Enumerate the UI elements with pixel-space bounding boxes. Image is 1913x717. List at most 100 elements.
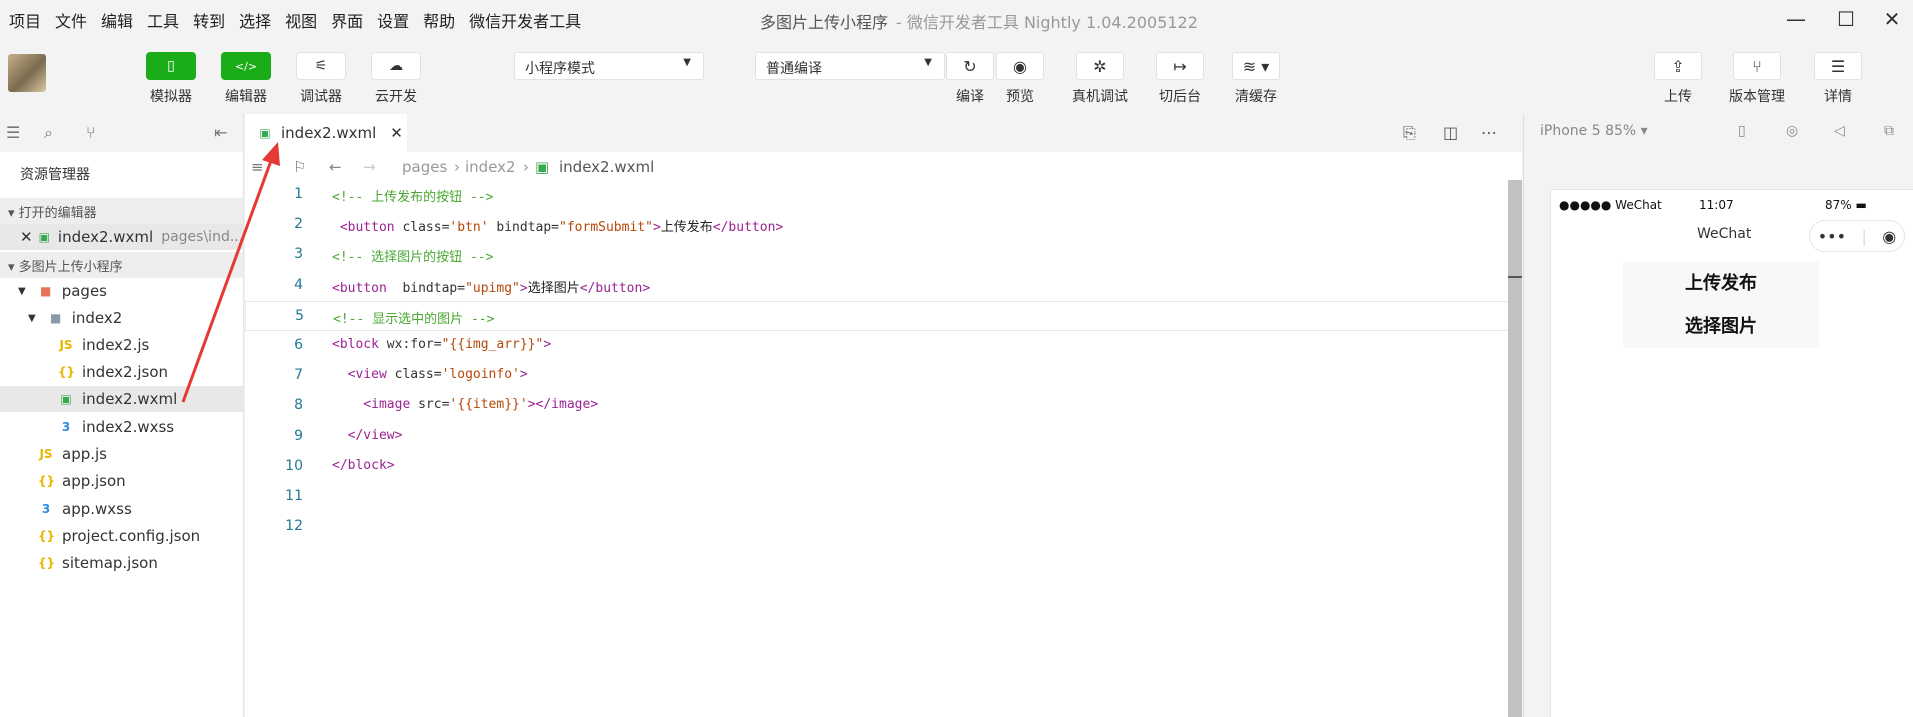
code-token: ></image>: [527, 397, 599, 413]
open-editor-item[interactable]: ✕ ▣ index2.wxml pages\ind...: [0, 224, 243, 250]
background-button[interactable]: ↦ 切后台: [1152, 52, 1208, 106]
code-line[interactable]: 2 <button class='btn' bindtap="formSubmi…: [245, 210, 1522, 240]
menu-settings[interactable]: 设置: [377, 8, 409, 32]
bookmark-icon[interactable]: ⚐: [293, 158, 306, 176]
capsule-menu[interactable]: ••• | ◉: [1809, 220, 1905, 252]
code-line[interactable]: 5 <!-- 显示选中的图片 -->: [245, 300, 1522, 331]
code-line[interactable]: 6 <block wx:for="{{img_arr}}">: [245, 331, 1522, 361]
menu-project[interactable]: 项目: [9, 8, 41, 32]
maximize-button[interactable]: ☐: [1831, 6, 1861, 32]
clear-cache-button[interactable]: ≋ ▾ 清缓存: [1228, 52, 1284, 106]
tree-label: app.wxss: [62, 500, 132, 518]
code-token: <button: [332, 220, 395, 236]
menu-tools[interactable]: 工具: [147, 8, 179, 32]
minimize-button[interactable]: —: [1781, 6, 1811, 32]
sliders-icon: ⚟: [296, 52, 346, 80]
back-arrow-icon[interactable]: ←: [329, 158, 342, 176]
tab-index2-wxml[interactable]: ▣ index2.wxml ✕: [245, 114, 407, 152]
debugger-button[interactable]: ⚟ 调试器: [296, 52, 346, 106]
code-line[interactable]: 9 </view>: [245, 422, 1522, 452]
breadcrumb-item[interactable]: index2.wxml: [559, 158, 654, 176]
close-icon[interactable]: ✕: [20, 228, 33, 246]
code-line[interactable]: 7 <view class='logoinfo'>: [245, 361, 1522, 391]
remote-debug-label: 真机调试: [1072, 89, 1128, 105]
avatar[interactable]: [8, 54, 46, 92]
code-token: <!-- 选择图片的按钮 -->: [332, 250, 494, 266]
editor-button[interactable]: </> 编辑器: [221, 52, 271, 106]
menu-interface[interactable]: 界面: [331, 8, 363, 32]
code-token: </button>: [579, 280, 651, 296]
project-header[interactable]: ▾ 多图片上传小程序: [0, 252, 243, 278]
forward-arrow-icon[interactable]: →: [363, 158, 376, 176]
code-line[interactable]: 12: [245, 512, 1522, 542]
code-line[interactable]: 3 <!-- 选择图片的按钮 -->: [245, 240, 1522, 270]
phone-icon[interactable]: ▯: [1738, 123, 1746, 139]
search-icon[interactable]: ⌕: [44, 123, 53, 143]
tree-file-index2-js[interactable]: JS index2.js: [58, 332, 149, 358]
open-editor-path: pages\ind...: [161, 229, 244, 245]
menu-view[interactable]: 视图: [285, 8, 317, 32]
preview-button[interactable]: ◉ 预览: [992, 52, 1048, 106]
tree-file-sitemap[interactable]: {} sitemap.json: [38, 550, 158, 576]
code-token: <block: [332, 337, 379, 352]
code-line[interactable]: 10 </block>: [245, 452, 1522, 482]
editor-label: 编辑器: [225, 89, 267, 105]
tree-folder-index2[interactable]: ▼ ■ index2: [28, 305, 122, 331]
upload-publish-button[interactable]: 上传发布: [1623, 262, 1819, 305]
editor-scrollbar[interactable]: [1508, 180, 1522, 717]
tree-file-index2-wxss[interactable]: 3 index2.wxss: [58, 414, 174, 440]
menu-edit[interactable]: 编辑: [101, 8, 133, 32]
menu-goto[interactable]: 转到: [193, 8, 225, 32]
breadcrumb-item[interactable]: pages: [402, 158, 447, 176]
split-editor-icon[interactable]: ◫: [1443, 123, 1458, 142]
menu-file[interactable]: 文件: [55, 8, 87, 32]
version-button[interactable]: ⑂ 版本管理: [1729, 52, 1785, 106]
detach-window-icon[interactable]: ⧉: [1884, 123, 1894, 139]
close-window-button[interactable]: ✕: [1877, 6, 1907, 32]
code-icon: </>: [221, 52, 271, 80]
remote-debug-button[interactable]: ✲ 真机调试: [1072, 52, 1128, 106]
git-branch-icon[interactable]: ⑂: [86, 123, 96, 142]
record-icon[interactable]: ◎: [1786, 123, 1798, 139]
code-line[interactable]: 8 <image src='{{item}}'></image>: [245, 391, 1522, 421]
code-text: <block wx:for="{{img_arr}}">: [332, 337, 551, 352]
open-preview-icon[interactable]: ⎘: [1403, 123, 1416, 143]
open-editors-header[interactable]: ▾ 打开的编辑器: [0, 198, 243, 224]
tree-file-index2-wxml[interactable]: ▣ index2.wxml: [0, 386, 243, 412]
volume-icon[interactable]: ◁: [1834, 123, 1845, 139]
tree-file-app-js[interactable]: JS app.js: [38, 441, 107, 467]
details-label: 详情: [1824, 89, 1852, 105]
compile-select[interactable]: 普通编译 ▼: [755, 52, 945, 80]
code-line[interactable]: 4 <button bindtap="upimg">选择图片</button>: [245, 271, 1522, 301]
collapse-sidebar-icon[interactable]: ⇤: [214, 123, 227, 142]
compile-button[interactable]: ↻ 编译: [942, 52, 998, 106]
list-icon[interactable]: ☰: [6, 123, 20, 142]
upload-button[interactable]: ⇪ 上传: [1650, 52, 1706, 106]
menu-select[interactable]: 选择: [239, 8, 271, 32]
more-icon[interactable]: ⋯: [1481, 123, 1497, 142]
line-number: 8: [294, 397, 303, 414]
details-button[interactable]: ☰ 详情: [1810, 52, 1866, 106]
select-image-button[interactable]: 选择图片: [1623, 305, 1819, 348]
simulator-button[interactable]: ▯ 模拟器: [146, 52, 196, 106]
code-line[interactable]: 1 <!-- 上传发布的按钮 -->: [245, 180, 1522, 210]
close-miniprogram-icon[interactable]: ◉: [1882, 227, 1896, 246]
tree-label: app.json: [62, 472, 126, 490]
more-dots-icon[interactable]: •••: [1818, 227, 1846, 246]
cloud-button[interactable]: ☁ 云开发: [371, 52, 421, 106]
code-line[interactable]: 11: [245, 482, 1522, 512]
menu-help[interactable]: 帮助: [423, 8, 455, 32]
tree-file-project-config[interactable]: {} project.config.json: [38, 523, 200, 549]
outline-icon[interactable]: ≡: [251, 158, 264, 176]
tree-file-app-json[interactable]: {} app.json: [38, 468, 126, 494]
tree-folder-pages[interactable]: ▼ ■ pages: [18, 278, 107, 304]
tree-file-app-wxss[interactable]: 3 app.wxss: [38, 496, 132, 522]
device-select[interactable]: iPhone 5 85% ▾: [1540, 123, 1648, 139]
mode-select[interactable]: 小程序模式 ▼: [514, 52, 704, 80]
menu-devtools[interactable]: 微信开发者工具: [469, 8, 581, 32]
breadcrumb-item[interactable]: index2: [465, 158, 516, 176]
tree-file-index2-json[interactable]: {} index2.json: [58, 359, 168, 385]
code-token: >: [652, 220, 661, 236]
close-icon[interactable]: ✕: [390, 124, 403, 142]
code-token: <!-- 显示选中的图片 -->: [333, 311, 495, 327]
